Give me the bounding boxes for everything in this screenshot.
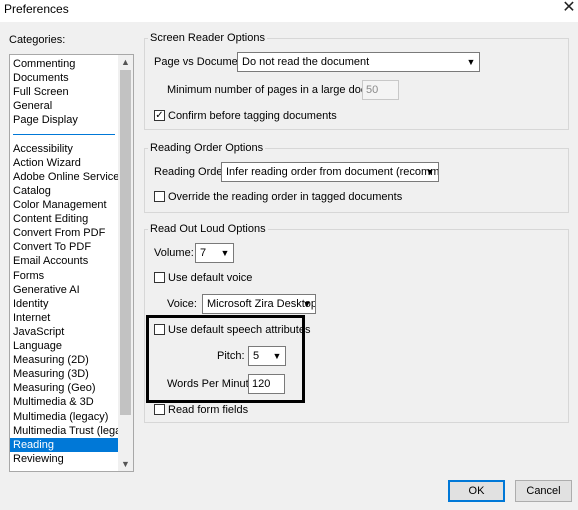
category-item[interactable]: Email Accounts xyxy=(10,254,118,268)
volume-label: Volume: xyxy=(154,247,194,259)
category-item[interactable]: JavaScript xyxy=(10,325,118,339)
category-item[interactable]: Color Management xyxy=(10,198,118,212)
reading-order-label: Reading Order: xyxy=(154,166,230,178)
category-item[interactable]: Forms xyxy=(10,269,118,283)
category-item[interactable]: Reviewing xyxy=(10,452,118,466)
category-item[interactable]: Convert To PDF xyxy=(10,240,118,254)
category-item[interactable]: Content Editing xyxy=(10,212,118,226)
category-item[interactable]: Multimedia Trust (legacy) xyxy=(10,424,118,438)
category-item[interactable]: Commenting xyxy=(10,57,118,71)
category-item[interactable]: Adobe Online Services xyxy=(10,170,118,184)
category-item[interactable]: Generative AI xyxy=(10,283,118,297)
voice-select[interactable]: Microsoft Zira Desktop - ▼ xyxy=(202,294,316,314)
category-item[interactable]: Measuring (3D) xyxy=(10,367,118,381)
page-vs-document-value: Do not read the document xyxy=(242,56,370,68)
category-item[interactable]: Measuring (2D) xyxy=(10,353,118,367)
read-form-fields-label: Read form fields xyxy=(168,404,249,416)
wpm-input[interactable]: 120 xyxy=(248,374,285,394)
page-vs-document-select[interactable]: Do not read the document ▼ xyxy=(237,52,480,72)
category-item[interactable]: Catalog xyxy=(10,184,118,198)
category-item[interactable]: Identity xyxy=(10,297,118,311)
category-item[interactable]: General xyxy=(10,99,118,113)
scroll-down-icon[interactable]: ▼ xyxy=(118,457,133,471)
confirm-tagging-label: Confirm before tagging documents xyxy=(168,110,337,122)
default-voice-checkbox[interactable] xyxy=(154,272,165,283)
pitch-label: Pitch: xyxy=(217,350,245,362)
override-reading-order-checkbox[interactable] xyxy=(154,191,165,202)
category-item[interactable]: Documents xyxy=(10,71,118,85)
scroll-thumb[interactable] xyxy=(120,70,131,415)
default-speech-checkbox[interactable] xyxy=(154,324,165,335)
reading-order-title: Reading Order Options xyxy=(148,142,266,154)
read-form-fields-checkbox[interactable] xyxy=(154,404,165,415)
min-pages-input[interactable]: 50 xyxy=(362,80,399,100)
category-item[interactable]: Full Screen xyxy=(10,85,118,99)
voice-label: Voice: xyxy=(167,298,197,310)
categories-scrollbar[interactable]: ▲ ▼ xyxy=(118,55,133,471)
reading-order-value: Infer reading order from document (recom… xyxy=(226,166,439,178)
chevron-down-icon: ▼ xyxy=(302,299,312,309)
chevron-down-icon: ▼ xyxy=(466,57,476,67)
title-bar xyxy=(0,0,578,22)
chevron-down-icon: ▼ xyxy=(272,351,282,361)
pitch-value: 5 xyxy=(253,350,260,362)
volume-value: 7 xyxy=(200,247,207,259)
chevron-down-icon: ▼ xyxy=(220,248,230,258)
category-item[interactable]: Page Display xyxy=(10,113,118,127)
categories-list: Commenting Documents Full Screen General Pag… xyxy=(10,55,118,471)
confirm-tagging-checkbox[interactable]: ✓ xyxy=(154,110,165,121)
category-item[interactable]: Action Wizard xyxy=(10,156,118,170)
ok-button[interactable]: OK xyxy=(448,480,505,502)
default-voice-label: Use default voice xyxy=(168,272,253,284)
chevron-down-icon: ▼ xyxy=(425,167,435,177)
window-title: Preferences xyxy=(4,2,69,16)
volume-select[interactable]: 7 ▼ xyxy=(195,243,234,263)
default-speech-label: Use default speech attributes xyxy=(168,324,311,336)
checkmark-icon: ✓ xyxy=(155,110,164,121)
page-vs-document-label: Page vs Document: xyxy=(154,56,250,68)
category-separator xyxy=(13,133,115,135)
categories-label: Categories: xyxy=(9,34,66,46)
close-icon[interactable]: ✕ xyxy=(560,0,578,18)
cancel-button[interactable]: Cancel xyxy=(515,480,572,502)
override-reading-order-label: Override the reading order in tagged doc… xyxy=(168,191,403,203)
wpm-label: Words Per Minute: xyxy=(167,378,258,390)
category-item[interactable]: Multimedia & 3D xyxy=(10,395,118,409)
category-item[interactable]: Reading xyxy=(10,437,118,452)
category-item[interactable]: Multimedia (legacy) xyxy=(10,410,118,424)
category-item[interactable]: Internet xyxy=(10,311,118,325)
read-out-loud-title: Read Out Loud Options xyxy=(148,223,268,235)
category-item[interactable]: Convert From PDF xyxy=(10,226,118,240)
category-item[interactable]: Accessibility xyxy=(10,142,118,156)
category-item[interactable]: Language xyxy=(10,339,118,353)
category-item[interactable]: Measuring (Geo) xyxy=(10,381,118,395)
reading-order-select[interactable]: Infer reading order from document (recom… xyxy=(221,162,439,182)
screen-reader-title: Screen Reader Options xyxy=(148,32,267,44)
scroll-up-icon[interactable]: ▲ xyxy=(118,55,133,69)
pitch-select[interactable]: 5 ▼ xyxy=(248,346,286,366)
categories-listbox[interactable]: Commenting Documents Full Screen General Pag… xyxy=(9,54,134,472)
